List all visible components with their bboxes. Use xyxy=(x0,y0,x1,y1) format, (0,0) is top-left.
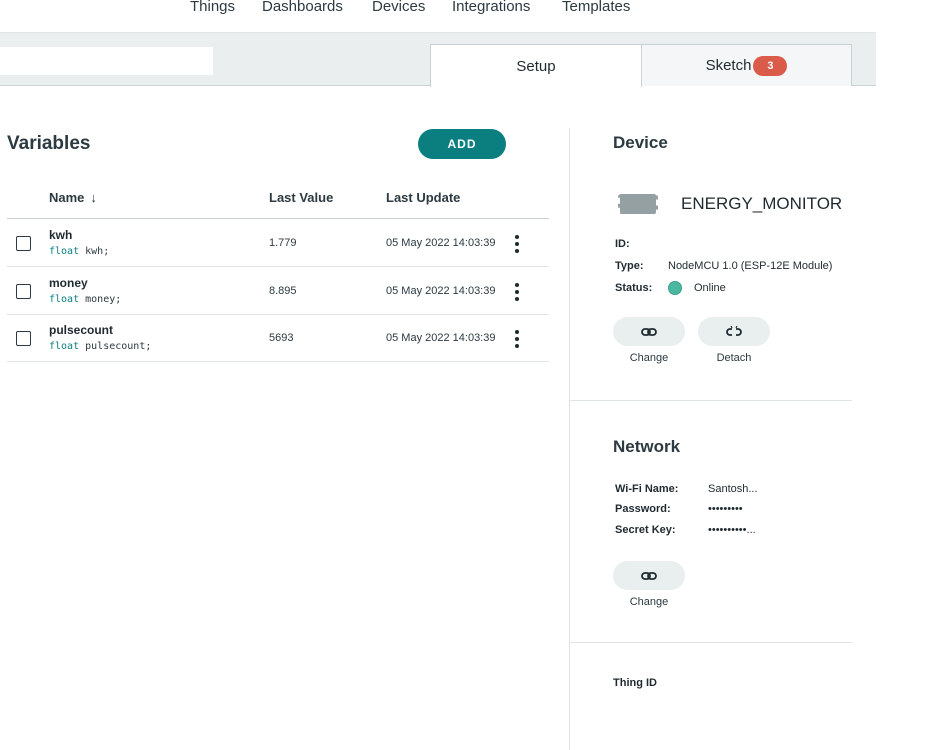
change-device-label: Change xyxy=(629,352,669,364)
variable-last-update: 05 May 2022 14:03:39 xyxy=(386,285,496,297)
wifi-name-label: Wi-Fi Name: xyxy=(615,483,679,495)
change-network-label: Change xyxy=(629,596,669,608)
tab-sketch-label: Sketch xyxy=(705,57,752,74)
column-header-name-label: Name xyxy=(49,190,85,205)
section-divider xyxy=(570,400,852,401)
variable-last-value: 1.779 xyxy=(269,237,297,249)
section-divider xyxy=(570,642,852,643)
more-vertical-icon[interactable] xyxy=(512,283,522,301)
nav-templates[interactable]: Templates xyxy=(562,0,630,17)
device-name: ENERGY_MONITOR xyxy=(681,194,843,213)
variable-last-value: 5693 xyxy=(269,332,294,344)
variable-name[interactable]: pulsecount xyxy=(49,323,113,337)
more-vertical-icon[interactable] xyxy=(512,235,522,253)
variable-last-value: 8.895 xyxy=(269,285,297,297)
variable-declaration: float pulsecount; xyxy=(49,341,151,352)
tab-setup[interactable]: Setup xyxy=(430,44,642,87)
thing-id-label: Thing ID xyxy=(613,677,657,689)
row-checkbox[interactable] xyxy=(16,331,31,346)
device-title: Device xyxy=(613,133,668,152)
link-icon xyxy=(641,327,657,336)
variable-decl-name: money; xyxy=(79,294,122,305)
variable-type: float xyxy=(49,294,80,305)
variable-type: float xyxy=(49,246,80,257)
password-label: Password: xyxy=(615,503,671,515)
secret-key-label: Secret Key: xyxy=(615,524,676,536)
row-checkbox[interactable] xyxy=(16,236,31,251)
nav-dashboards[interactable]: Dashboards xyxy=(262,0,343,17)
variables-title: Variables xyxy=(7,133,91,154)
table-row: kwh float kwh; 1.779 05 May 2022 14:03:3… xyxy=(7,219,549,267)
sketch-count-badge: 3 xyxy=(753,55,788,76)
wifi-name-value: Santosh... xyxy=(708,483,758,495)
column-header-name[interactable]: Name ↓ xyxy=(49,190,97,205)
tab-setup-label: Setup xyxy=(516,57,556,75)
top-navigation: Things Dashboards Devices Integrations T… xyxy=(0,0,876,33)
change-device-button[interactable] xyxy=(613,317,685,346)
unlink-icon xyxy=(726,325,742,336)
nav-things[interactable]: Things xyxy=(190,0,235,17)
device-type-label: Type: xyxy=(615,260,644,272)
variable-declaration: float kwh; xyxy=(49,246,109,257)
variable-name[interactable]: money xyxy=(49,276,88,290)
device-status-value: Online xyxy=(694,282,726,294)
variable-last-update: 05 May 2022 14:03:39 xyxy=(386,332,496,344)
detach-device-label: Detach xyxy=(716,352,752,364)
link-icon xyxy=(641,571,657,580)
device-chip-icon xyxy=(618,194,658,214)
variable-last-update: 05 May 2022 14:03:39 xyxy=(386,237,496,249)
password-value: ••••••••• xyxy=(708,503,743,515)
more-vertical-icon[interactable] xyxy=(512,330,522,348)
add-variable-button[interactable]: ADD xyxy=(418,129,506,159)
variable-type: float xyxy=(49,341,80,352)
device-type-value: NodeMCU 1.0 (ESP-12E Module) xyxy=(668,260,833,272)
change-network-button[interactable] xyxy=(613,561,685,590)
table-row: pulsecount float pulsecount; 5693 05 May… xyxy=(7,314,549,362)
variable-name[interactable]: kwh xyxy=(49,228,72,242)
column-header-last-update: Last Update xyxy=(386,190,461,205)
table-row: money float money; 8.895 05 May 2022 14:… xyxy=(7,267,549,315)
detach-device-button[interactable] xyxy=(698,317,770,346)
device-status-label: Status: xyxy=(615,282,653,294)
secret-key-value: ••••••••••... xyxy=(708,524,756,536)
tab-strip: Setup Sketch 3 xyxy=(0,33,876,87)
network-title: Network xyxy=(613,437,681,456)
variable-declaration: float money; xyxy=(49,294,121,305)
column-header-last-value: Last Value xyxy=(269,190,334,205)
row-checkbox[interactable] xyxy=(16,284,31,299)
arrow-down-icon: ↓ xyxy=(90,190,97,205)
variable-decl-name: pulsecount; xyxy=(79,341,152,352)
nav-integrations[interactable]: Integrations xyxy=(452,0,530,17)
thing-name-field[interactable] xyxy=(0,47,213,75)
panel-divider xyxy=(569,128,570,750)
tab-sketch[interactable]: Sketch 3 xyxy=(641,44,852,86)
status-online-indicator xyxy=(668,281,682,295)
nav-devices[interactable]: Devices xyxy=(372,0,425,17)
device-id-label: ID: xyxy=(615,238,630,250)
variable-decl-name: kwh; xyxy=(79,246,110,257)
